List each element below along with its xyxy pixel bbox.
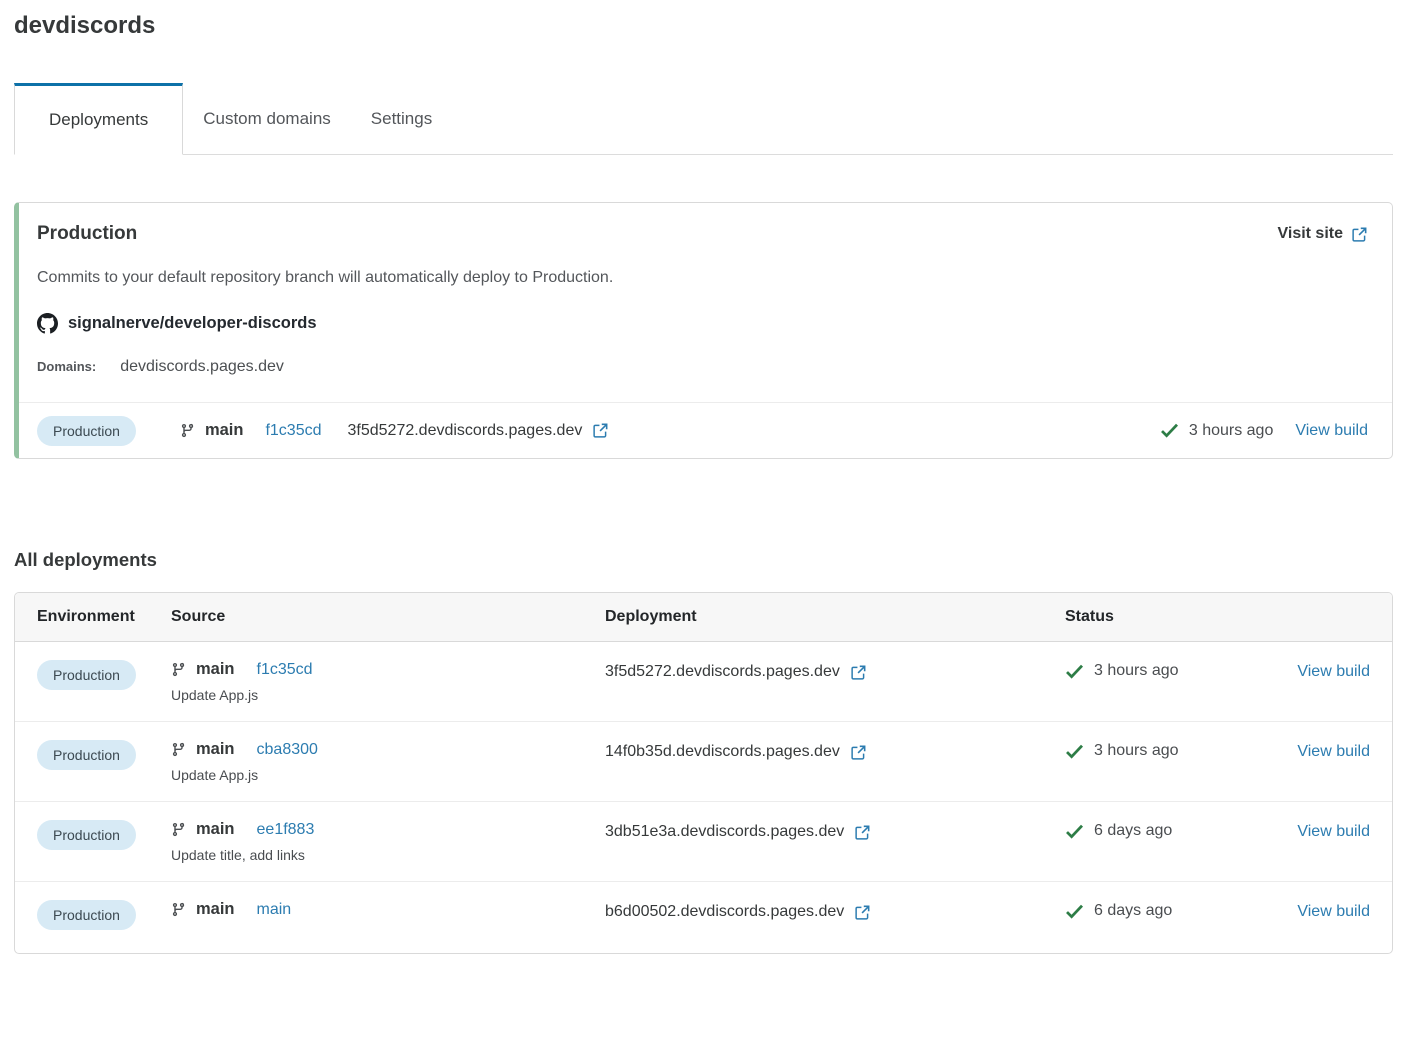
domains-row: Domains: devdiscords.pages.dev	[37, 358, 1368, 376]
environment-badge: Production	[37, 660, 136, 690]
branch-name: main	[196, 820, 235, 839]
status-time: 6 days ago	[1094, 902, 1172, 920]
production-deployment-row: Production main f1c35cd 3f5d5272.devdisc…	[19, 402, 1392, 458]
column-header-status: Status	[1065, 608, 1370, 626]
column-header-environment: Environment	[37, 608, 171, 626]
commit-link[interactable]: ee1f883	[257, 821, 315, 839]
external-link-icon[interactable]	[850, 744, 867, 761]
deployments-table: Environment Source Deployment Status Pro…	[14, 592, 1393, 954]
view-build-cell: View build	[1284, 820, 1370, 841]
deployment-cell: 3f5d5272.devdiscords.pages.dev	[605, 660, 1065, 681]
status-cell: 3 hours ago	[1065, 660, 1284, 680]
repo-row: signalnerve/developer-discords	[37, 313, 1368, 334]
git-branch-icon	[171, 741, 186, 758]
view-build-link[interactable]: View build	[1297, 743, 1370, 760]
status-time: 6 days ago	[1094, 822, 1172, 840]
table-row: Production main ee1f883 Update title, ad…	[15, 801, 1392, 881]
branch-name: main	[196, 740, 235, 759]
environment-badge: Production	[37, 740, 136, 770]
visit-site-link[interactable]: Visit site	[1277, 225, 1368, 243]
status-cell: 3 hours ago	[1065, 740, 1284, 760]
view-build-cell: View build	[1284, 660, 1370, 681]
status-cell: 6 days ago	[1065, 900, 1284, 920]
page-title: devdiscords	[14, 12, 1393, 40]
commit-link[interactable]: cba8300	[257, 741, 318, 759]
environment-badge: Production	[37, 416, 136, 446]
deployment-cell: 14f0b35d.devdiscords.pages.dev	[605, 740, 1065, 761]
production-card-title: Production	[37, 223, 137, 245]
environment-cell: Production	[37, 900, 171, 930]
column-header-source: Source	[171, 608, 605, 626]
page: devdiscords Deployments Custom domains S…	[0, 12, 1413, 954]
source-cell: main f1c35cd Update App.js	[171, 660, 605, 703]
status-time: 3 hours ago	[1189, 422, 1274, 440]
commit-message: Update App.js	[171, 687, 605, 703]
deployment-url: 3f5d5272.devdiscords.pages.dev	[605, 663, 840, 681]
tab-custom-domains[interactable]: Custom domains	[183, 83, 351, 154]
view-build-link[interactable]: View build	[1297, 823, 1370, 840]
tab-settings[interactable]: Settings	[351, 83, 452, 154]
external-link-icon[interactable]	[850, 664, 867, 681]
domains-value: devdiscords.pages.dev	[120, 358, 284, 376]
view-build-cell: View build	[1284, 740, 1370, 761]
visit-site-label: Visit site	[1277, 225, 1343, 243]
source-cell: main main	[171, 900, 605, 919]
git-branch-icon	[171, 821, 186, 838]
commit-link[interactable]: f1c35cd	[257, 661, 313, 679]
git-branch-icon	[171, 661, 186, 678]
commit-message: Update title, add links	[171, 847, 605, 863]
view-build-link[interactable]: View build	[1295, 422, 1368, 440]
column-header-deployment: Deployment	[605, 608, 1065, 626]
status-time: 3 hours ago	[1094, 742, 1179, 760]
view-build-link[interactable]: View build	[1297, 663, 1370, 680]
all-deployments-heading: All deployments	[14, 549, 1393, 571]
tab-bar: Deployments Custom domains Settings	[14, 83, 1393, 155]
source-cell: main cba8300 Update App.js	[171, 740, 605, 783]
check-icon	[1065, 744, 1084, 759]
check-icon	[1065, 904, 1084, 919]
git-branch-icon	[180, 422, 195, 439]
check-icon	[1065, 824, 1084, 839]
repo-name[interactable]: signalnerve/developer-discords	[68, 314, 317, 333]
external-link-icon[interactable]	[854, 904, 871, 921]
branch-name: main	[196, 660, 235, 679]
environment-badge: Production	[37, 820, 136, 850]
github-icon	[37, 313, 58, 334]
check-icon	[1065, 664, 1084, 679]
deployment-cell: b6d00502.devdiscords.pages.dev	[605, 900, 1065, 921]
status-cell: 6 days ago	[1065, 820, 1284, 840]
deployment-url: 3db51e3a.devdiscords.pages.dev	[605, 823, 844, 841]
tab-deployments[interactable]: Deployments	[14, 83, 183, 155]
deployment-url: b6d00502.devdiscords.pages.dev	[605, 903, 844, 921]
commit-link[interactable]: main	[257, 901, 292, 919]
table-row: Production main cba8300 Update App.js 14…	[15, 721, 1392, 801]
external-link-icon[interactable]	[854, 824, 871, 841]
environment-cell: Production	[37, 660, 171, 690]
branch-name: main	[196, 900, 235, 919]
source-cell: main ee1f883 Update title, add links	[171, 820, 605, 863]
environment-badge: Production	[37, 900, 136, 930]
commit-link[interactable]: f1c35cd	[265, 422, 321, 440]
production-card: Production Visit site Commits to your de…	[14, 202, 1393, 459]
domains-label: Domains:	[37, 359, 96, 374]
environment-cell: Production	[37, 740, 171, 770]
table-row: Production main f1c35cd Update App.js 3f…	[15, 641, 1392, 721]
deployment-url: 3f5d5272.devdiscords.pages.dev	[348, 422, 583, 440]
view-build-cell: View build	[1284, 900, 1370, 921]
branch-name: main	[205, 421, 244, 440]
external-link-icon[interactable]	[592, 422, 609, 439]
check-icon	[1160, 423, 1179, 438]
production-description: Commits to your default repository branc…	[37, 269, 1368, 287]
status-time: 3 hours ago	[1094, 662, 1179, 680]
table-body: Production main f1c35cd Update App.js 3f…	[15, 641, 1392, 953]
deployment-url: 14f0b35d.devdiscords.pages.dev	[605, 743, 840, 761]
git-branch-icon	[171, 901, 186, 918]
external-link-icon	[1351, 226, 1368, 243]
environment-cell: Production	[37, 820, 171, 850]
commit-message: Update App.js	[171, 767, 605, 783]
view-build-link[interactable]: View build	[1297, 903, 1370, 920]
deployment-cell: 3db51e3a.devdiscords.pages.dev	[605, 820, 1065, 841]
table-row: Production main main b6d00502.devdiscord…	[15, 881, 1392, 953]
table-header-row: Environment Source Deployment Status	[15, 593, 1392, 641]
